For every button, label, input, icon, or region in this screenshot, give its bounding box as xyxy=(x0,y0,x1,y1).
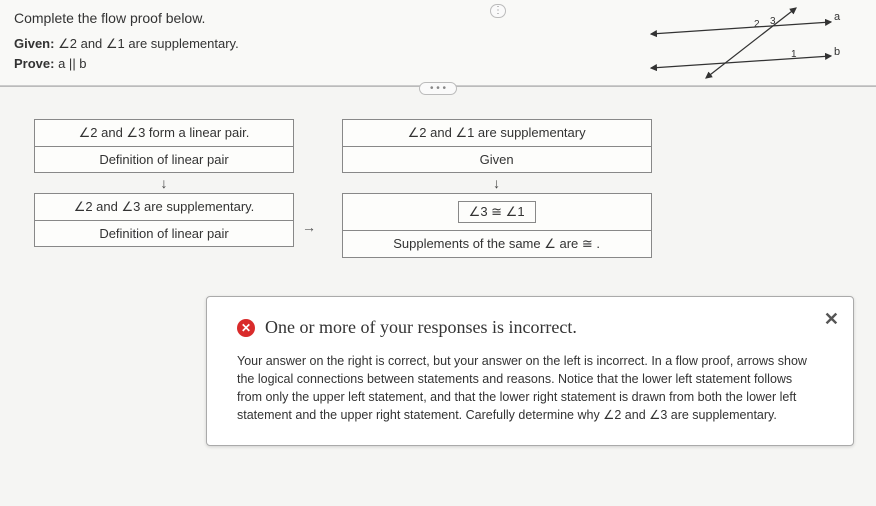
flow-box-left-2: ∠2 and ∠3 are supplementary. Definition … xyxy=(34,193,294,247)
diagram-angle-3: 3 xyxy=(770,16,776,27)
error-icon: ✕ xyxy=(237,319,255,337)
flow-proof-area: ∠2 and ∠3 form a linear pair. Definition… xyxy=(0,101,876,268)
reason-dropdown-left-1[interactable]: Definition of linear pair xyxy=(35,147,293,172)
diagram-angle-1: 1 xyxy=(791,49,797,60)
flow-box-left-1: ∠2 and ∠3 form a linear pair. Definition… xyxy=(34,119,294,173)
statement-left-1: ∠2 and ∠3 form a linear pair. xyxy=(35,120,293,147)
given-text: ∠2 and ∠1 are supplementary. xyxy=(58,36,239,51)
prove-text: a || b xyxy=(58,56,86,71)
flow-column-right: ∠2 and ∠1 are supplementary Given ↓ ∠3 ≅… xyxy=(342,119,652,258)
diagram-label-b: b xyxy=(834,46,840,58)
feedback-heading: ✕ One or more of your responses is incor… xyxy=(237,317,807,338)
flow-column-left: ∠2 and ∠3 form a linear pair. Definition… xyxy=(34,119,294,247)
statement-dropdown-right-2[interactable]: ∠3 ≅ ∠1 xyxy=(458,201,536,223)
statement-right-2: ∠3 ≅ ∠1 xyxy=(343,194,651,231)
given-label: Given: xyxy=(14,36,54,51)
flow-box-right-2: ∠3 ≅ ∠1 Supplements of the same ∠ are ≅ … xyxy=(342,193,652,258)
feedback-panel: ✕ ✕ One or more of your responses is inc… xyxy=(206,296,854,446)
section-collapse[interactable]: • • • xyxy=(0,87,876,101)
close-icon[interactable]: ✕ xyxy=(824,309,839,330)
reason-right-2: Supplements of the same ∠ are ≅ . xyxy=(343,231,651,257)
arrow-right-icon: → xyxy=(302,219,316,235)
arrow-down-icon: ↓ xyxy=(342,173,652,193)
diagram-label-a: a xyxy=(834,11,841,23)
reason-dropdown-right-1[interactable]: Given xyxy=(343,147,651,172)
feedback-body: Your answer on the right is correct, but… xyxy=(237,352,807,425)
reason-dropdown-left-2[interactable]: Definition of linear pair xyxy=(35,221,293,246)
arrow-down-icon: ↓ xyxy=(34,173,294,193)
prove-label: Prove: xyxy=(14,56,54,71)
diagram-angle-2: 2 xyxy=(754,19,760,30)
statement-left-2: ∠2 and ∠3 are supplementary. xyxy=(35,194,293,221)
statement-right-1: ∠2 and ∠1 are supplementary xyxy=(343,120,651,147)
flow-box-right-1: ∠2 and ∠1 are supplementary Given xyxy=(342,119,652,173)
collapse-toggle-icon[interactable]: ⋮ xyxy=(490,4,506,18)
geometry-diagram: a b 2 3 1 xyxy=(636,6,846,86)
feedback-title: One or more of your responses is incorre… xyxy=(265,317,577,338)
